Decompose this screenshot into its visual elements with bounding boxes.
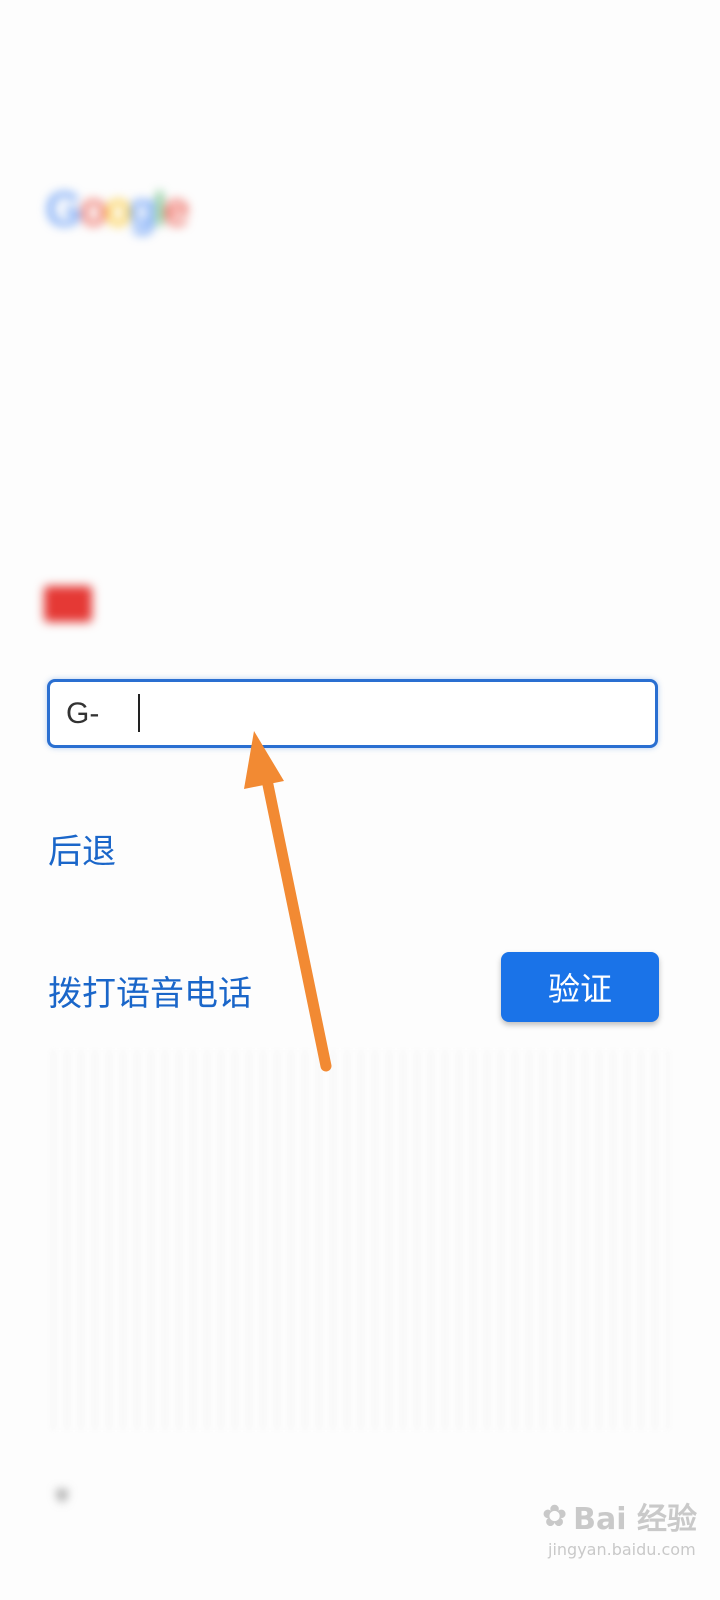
screen: Google G- 后退 拨打语音电话 验证 ▾ ✿ Bai 经验 jingya… <box>0 0 720 1600</box>
watermark-url: jingyan.baidu.com <box>548 1540 696 1559</box>
language-selector[interactable]: ▾ <box>46 1481 68 1509</box>
up-arrow-annotation <box>244 731 332 1072</box>
paw-icon: ✿ <box>542 1498 568 1534</box>
watermark-brand: Bai 经验 <box>573 1502 697 1537</box>
watermark: ✿ Bai 经验 <box>542 1494 697 1538</box>
arrow-shaft <box>261 774 332 1072</box>
chevron-down-icon: ▾ <box>56 1481 69 1509</box>
arrow-head <box>244 731 284 789</box>
